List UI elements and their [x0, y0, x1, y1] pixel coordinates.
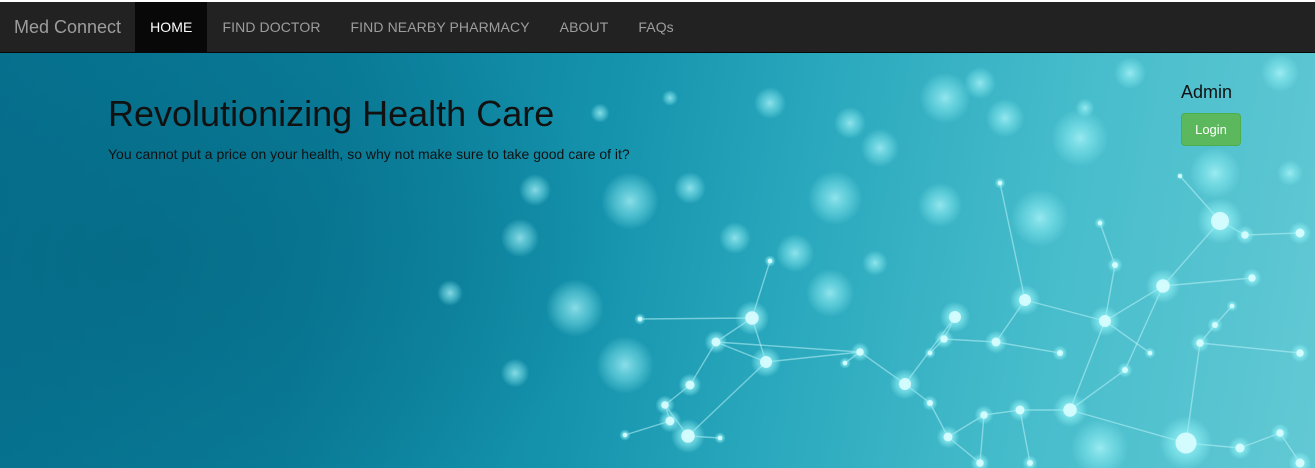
- network-glow: [1051, 109, 1109, 167]
- nav-item-find-nearby-pharmacy[interactable]: FIND NEARBY PHARMACY: [336, 2, 545, 52]
- network-node: [717, 435, 723, 441]
- network-node: [1211, 212, 1229, 230]
- network-glow: [834, 107, 866, 139]
- network-glow: [1260, 53, 1300, 93]
- network-node: [1015, 405, 1025, 415]
- network-node: [760, 356, 772, 368]
- network-node: [1241, 231, 1249, 239]
- network-node: [1175, 432, 1197, 454]
- network-glow: [1114, 57, 1146, 89]
- network-node: [637, 316, 643, 322]
- network-glow: [917, 182, 963, 228]
- nav-menu: HOME FIND DOCTOR FIND NEARBY PHARMACY AB…: [135, 2, 689, 52]
- network-node: [745, 311, 759, 325]
- network-link: [1199, 342, 1301, 354]
- network-node: [842, 360, 848, 366]
- network-node: [1099, 315, 1111, 327]
- network-glow: [662, 90, 678, 106]
- network-node: [1295, 458, 1305, 468]
- network-node: [943, 432, 953, 442]
- network-node: [940, 335, 948, 343]
- network-glow: [807, 170, 863, 226]
- page: Med Connect HOME FIND DOCTOR FIND NEARBY…: [0, 0, 1315, 468]
- network-glow: [754, 87, 786, 119]
- network-glow: [596, 336, 654, 394]
- network-glow: [860, 128, 900, 168]
- login-button[interactable]: Login: [1181, 113, 1241, 146]
- network-node: [980, 411, 988, 419]
- network-glow: [1189, 147, 1241, 199]
- hero-section: Revolutionizing Health Care You cannot p…: [0, 53, 1315, 468]
- nav-item-faqs[interactable]: FAQs: [623, 2, 688, 52]
- network-node: [856, 348, 864, 356]
- network-glow: [964, 67, 996, 99]
- network-node: [1248, 274, 1256, 282]
- network-glow: [1277, 160, 1303, 186]
- network-node: [1122, 367, 1128, 373]
- network-glow: [719, 222, 751, 254]
- network-node: [665, 416, 675, 426]
- network-glow: [1075, 98, 1095, 118]
- network-node: [1276, 429, 1284, 437]
- hero-subtitle: You cannot put a price on your health, s…: [108, 146, 630, 162]
- network-glow: [1071, 419, 1129, 468]
- network-node: [927, 400, 933, 406]
- network-glow: [437, 280, 463, 306]
- nav-item-find-doctor[interactable]: FIND DOCTOR: [207, 2, 335, 52]
- nav-item-home[interactable]: HOME: [135, 2, 208, 52]
- hero-title: Revolutionizing Health Care: [108, 93, 555, 134]
- network-glow: [985, 98, 1025, 138]
- network-node: [949, 311, 961, 323]
- network-glow: [500, 218, 540, 258]
- network-node: [1027, 460, 1033, 466]
- network-glow: [674, 172, 706, 204]
- network-node: [976, 459, 984, 467]
- network-glow: [590, 103, 610, 123]
- network-node: [1147, 350, 1153, 356]
- network-node: [711, 337, 721, 347]
- network-glow: [500, 358, 530, 388]
- network-node: [1196, 339, 1204, 347]
- network-node: [1235, 443, 1245, 453]
- network-node: [1156, 279, 1170, 293]
- network-glow: [919, 72, 971, 124]
- network-glow: [806, 269, 854, 317]
- network-glow: [519, 174, 551, 206]
- network-node: [927, 350, 933, 356]
- network-glow: [775, 233, 815, 273]
- network-node: [681, 429, 695, 443]
- network-node: [1296, 349, 1304, 357]
- network-node: [685, 380, 695, 390]
- network-node: [1295, 228, 1305, 238]
- network-node: [1019, 294, 1031, 306]
- network-glow: [546, 279, 604, 337]
- network-node: [899, 378, 911, 390]
- network-node: [1212, 322, 1218, 328]
- network-node: [1063, 403, 1077, 417]
- network-node: [1097, 220, 1103, 226]
- network-node: [661, 401, 669, 409]
- network-node: [1229, 303, 1235, 309]
- network-node: [1057, 350, 1063, 356]
- network-node: [997, 180, 1003, 186]
- top-navbar: Med Connect HOME FIND DOCTOR FIND NEARBY…: [0, 2, 1315, 53]
- network-node: [1178, 174, 1182, 178]
- nav-item-about[interactable]: ABOUT: [545, 2, 624, 52]
- network-node: [767, 258, 773, 264]
- admin-label: Admin: [1181, 82, 1233, 102]
- network-glow: [601, 172, 659, 230]
- network-node: [991, 337, 1001, 347]
- network-node: [622, 432, 628, 438]
- brand-link[interactable]: Med Connect: [0, 2, 135, 52]
- network-node: [1112, 262, 1118, 268]
- network-glow: [862, 250, 888, 276]
- network-glow: [1011, 189, 1069, 247]
